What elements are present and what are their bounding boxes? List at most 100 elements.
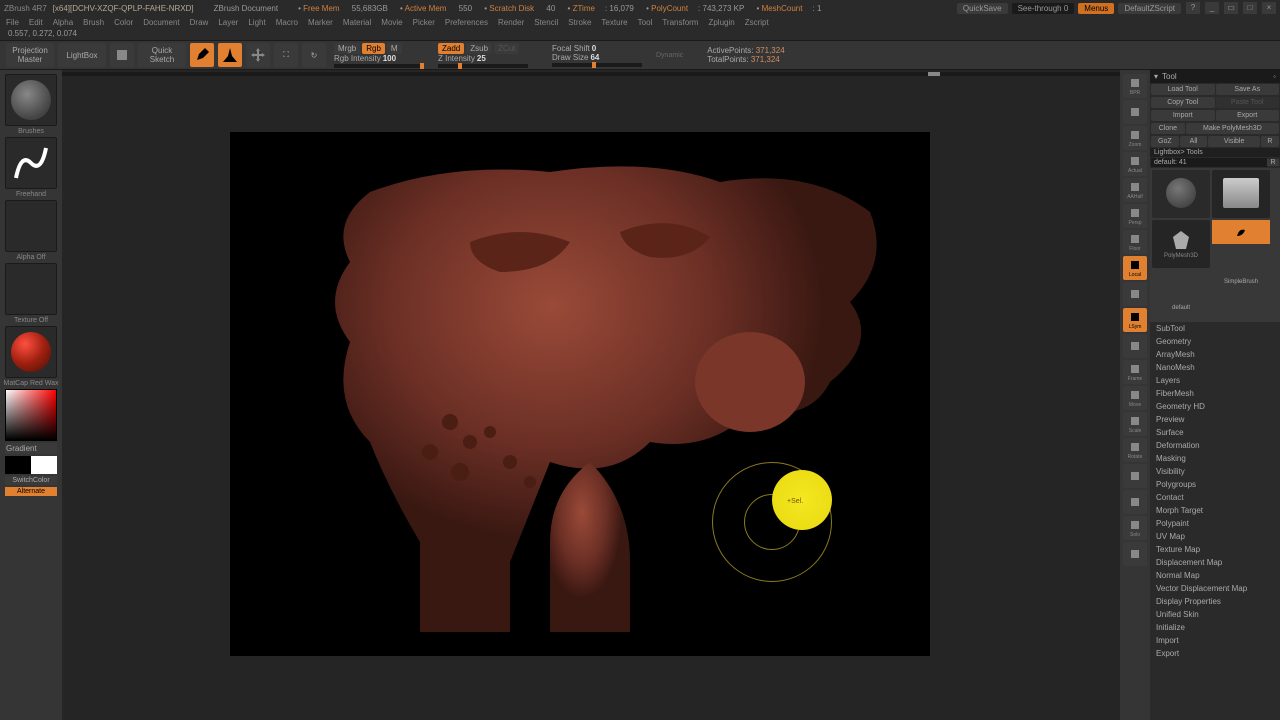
view-zoom[interactable]: Zoom xyxy=(1123,126,1147,150)
section-displacement-map[interactable]: Displacement Map xyxy=(1150,556,1280,569)
section-fibermesh[interactable]: FiberMesh xyxy=(1150,387,1280,400)
thumb-current[interactable] xyxy=(1152,170,1210,218)
pin-icon[interactable]: ◦ xyxy=(1273,72,1276,81)
thumb-cylinder[interactable] xyxy=(1212,170,1270,218)
section-initialize[interactable]: Initialize xyxy=(1150,621,1280,634)
view-btn1[interactable] xyxy=(1123,100,1147,124)
section-texture-map[interactable]: Texture Map xyxy=(1150,543,1280,556)
goz-r-button[interactable]: R xyxy=(1261,136,1279,147)
material-slot[interactable] xyxy=(5,326,57,378)
alternate-button[interactable]: Alternate xyxy=(5,487,57,496)
view-btn16[interactable] xyxy=(1123,490,1147,514)
tool-name-field[interactable]: default: 41 xyxy=(1151,158,1267,167)
tool-panel-header[interactable]: ▾Tool◦ xyxy=(1150,70,1280,83)
mrgb-button[interactable]: Mrgb xyxy=(334,43,360,54)
zcut-button[interactable]: ZCut xyxy=(494,43,519,54)
menu-brush[interactable]: Brush xyxy=(83,18,104,27)
view-frame[interactable]: Frame xyxy=(1123,360,1147,384)
view-solo[interactable]: Solo xyxy=(1123,516,1147,540)
view-rotate[interactable]: Rotate xyxy=(1123,438,1147,462)
stroke-slot[interactable] xyxy=(5,137,57,189)
menu-transform[interactable]: Transform xyxy=(662,18,698,27)
tool-r-button[interactable]: R xyxy=(1267,159,1279,166)
menu-render[interactable]: Render xyxy=(498,18,524,27)
draw-button[interactable] xyxy=(218,43,242,67)
section-import[interactable]: Import xyxy=(1150,634,1280,647)
view-persp[interactable]: Persp xyxy=(1123,204,1147,228)
quicksketch-button[interactable] xyxy=(110,43,134,67)
section-uv-map[interactable]: UV Map xyxy=(1150,530,1280,543)
maximize-button[interactable]: □ xyxy=(1243,2,1257,14)
thumb-default[interactable] xyxy=(1152,270,1210,294)
section-export[interactable]: Export xyxy=(1150,647,1280,660)
menu-tool[interactable]: Tool xyxy=(638,18,653,27)
color-picker[interactable] xyxy=(5,389,57,441)
section-visibility[interactable]: Visibility xyxy=(1150,465,1280,478)
close-button[interactable]: × xyxy=(1262,2,1276,14)
section-morph-target[interactable]: Morph Target xyxy=(1150,504,1280,517)
section-nanomesh[interactable]: NanoMesh xyxy=(1150,361,1280,374)
view-lsym[interactable]: LSym xyxy=(1123,308,1147,332)
section-deformation[interactable]: Deformation xyxy=(1150,439,1280,452)
dynamic-label[interactable]: Dynamic xyxy=(656,52,683,59)
section-display-properties[interactable]: Display Properties xyxy=(1150,595,1280,608)
menu-zscript[interactable]: Zscript xyxy=(745,18,769,27)
save-as-button[interactable]: Save As xyxy=(1216,84,1280,95)
thumb-polymesh[interactable]: PolyMesh3D xyxy=(1152,220,1210,268)
menu-texture[interactable]: Texture xyxy=(601,18,627,27)
quicksave-button[interactable]: QuickSave xyxy=(957,3,1008,14)
view-scale[interactable]: Scale xyxy=(1123,412,1147,436)
thumb-simplebrush[interactable] xyxy=(1212,220,1270,244)
menu-edit[interactable]: Edit xyxy=(29,18,43,27)
goz-button[interactable]: GoZ xyxy=(1151,136,1179,147)
viewport[interactable] xyxy=(230,132,930,656)
view-btn10[interactable] xyxy=(1123,334,1147,358)
goz-visible-button[interactable]: Visible xyxy=(1208,136,1259,147)
draw-size-slider[interactable] xyxy=(552,63,642,67)
default-zscript[interactable]: DefaultZScript xyxy=(1118,3,1181,14)
quicksketch-label[interactable]: Quick Sketch xyxy=(138,43,186,67)
section-unified-skin[interactable]: Unified Skin xyxy=(1150,608,1280,621)
menu-stencil[interactable]: Stencil xyxy=(534,18,558,27)
menu-movie[interactable]: Movie xyxy=(381,18,402,27)
section-contact[interactable]: Contact xyxy=(1150,491,1280,504)
lightbox-button[interactable]: LightBox xyxy=(58,43,106,67)
rgb-intensity-slider[interactable] xyxy=(334,64,424,68)
z-intensity-slider[interactable] xyxy=(438,64,528,68)
view-floor[interactable]: Floor xyxy=(1123,230,1147,254)
goz-all-button[interactable]: All xyxy=(1180,136,1208,147)
zsub-button[interactable]: Zsub xyxy=(466,43,492,54)
section-preview[interactable]: Preview xyxy=(1150,413,1280,426)
menu-material[interactable]: Material xyxy=(343,18,371,27)
menu-light[interactable]: Light xyxy=(248,18,265,27)
edit-button[interactable] xyxy=(190,43,214,67)
view-aahalf[interactable]: AAHalf xyxy=(1123,178,1147,202)
color-swatches[interactable] xyxy=(5,456,57,474)
section-subtool[interactable]: SubTool xyxy=(1150,322,1280,335)
lightbox-tools-header[interactable]: Lightbox> Tools xyxy=(1150,148,1280,157)
paste-tool-button[interactable]: Paste Tool xyxy=(1216,97,1280,108)
view-local[interactable]: Local xyxy=(1123,256,1147,280)
copy-tool-button[interactable]: Copy Tool xyxy=(1151,97,1215,108)
menu-stroke[interactable]: Stroke xyxy=(568,18,591,27)
view-bpr[interactable]: BPR xyxy=(1123,74,1147,98)
menu-zplugin[interactable]: Zplugin xyxy=(708,18,734,27)
menu-alpha[interactable]: Alpha xyxy=(53,18,73,27)
export-button[interactable]: Export xyxy=(1216,110,1280,121)
view-move[interactable]: Move xyxy=(1123,386,1147,410)
restore-button[interactable]: ▭ xyxy=(1224,2,1238,14)
view-btn18[interactable] xyxy=(1123,542,1147,566)
m-button[interactable]: M xyxy=(387,43,402,54)
section-arraymesh[interactable]: ArrayMesh xyxy=(1150,348,1280,361)
switchcolor-button[interactable]: SwitchColor xyxy=(5,476,57,485)
alpha-slot[interactable] xyxy=(5,200,57,252)
brush-slot[interactable] xyxy=(5,74,57,126)
menu-picker[interactable]: Picker xyxy=(413,18,435,27)
menu-preferences[interactable]: Preferences xyxy=(445,18,488,27)
section-geometry[interactable]: Geometry xyxy=(1150,335,1280,348)
canvas[interactable]: +Sel. xyxy=(62,70,1120,720)
menus-toggle[interactable]: Menus xyxy=(1078,3,1114,14)
menu-file[interactable]: File xyxy=(6,18,19,27)
view-btn8[interactable] xyxy=(1123,282,1147,306)
view-actual[interactable]: Actual xyxy=(1123,152,1147,176)
